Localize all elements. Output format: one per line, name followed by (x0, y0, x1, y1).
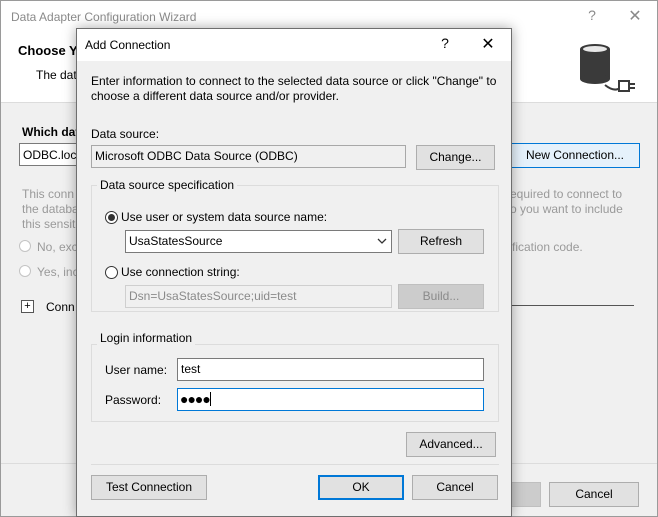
use-dsn-radio[interactable] (105, 211, 118, 224)
wizard-finish-button (511, 482, 541, 507)
password-label: Password: (105, 393, 162, 407)
wizard-radio-yes-label: Yes, inc (37, 265, 79, 279)
password-input[interactable]: ●●●● (177, 388, 484, 411)
change-button[interactable]: Change... (416, 145, 495, 170)
text-caret (210, 392, 211, 406)
data-source-label: Data source: (91, 127, 160, 141)
cancel-button[interactable]: Cancel (412, 475, 498, 500)
dialog-title: Add Connection (85, 38, 171, 52)
build-button: Build... (398, 284, 484, 309)
wizard-help-icon[interactable]: ? (584, 7, 600, 25)
username-input[interactable]: test (177, 358, 484, 381)
advanced-button[interactable]: Advanced... (406, 432, 496, 457)
test-connection-button[interactable]: Test Connection (91, 475, 207, 500)
wizard-sensitive-info-text-right: equired to connect to o you want to incl… (510, 187, 623, 217)
wizard-text-line: This conn (22, 187, 75, 201)
wizard-text-line: this sensiti (22, 217, 79, 231)
wizard-title: Data Adapter Configuration Wizard (11, 10, 197, 24)
database-connection-icon (580, 44, 635, 92)
wizard-divider (510, 305, 634, 306)
dialog-titlebar: Add Connection ? ✕ (77, 29, 511, 61)
wizard-connection-combo[interactable]: ODBC.loca (19, 143, 79, 166)
wizard-connection-string-label: Conn (46, 300, 75, 314)
wizard-subheading: The dat (36, 68, 77, 82)
use-connection-string-label: Use connection string: (121, 265, 240, 279)
connection-string-field: Dsn=UsaStatesSource;uid=test (125, 285, 392, 308)
expand-icon[interactable]: + (21, 300, 34, 313)
login-info-label: Login information (97, 331, 196, 345)
wizard-cancel-button[interactable]: Cancel (549, 482, 639, 507)
use-connection-string-radio[interactable] (105, 266, 118, 279)
wizard-radio-no[interactable] (19, 240, 31, 252)
wizard-close-icon[interactable]: ✕ (627, 6, 643, 25)
wizard-radio-yes[interactable] (19, 265, 31, 277)
add-connection-dialog: Add Connection ? ✕ Enter information to … (76, 28, 512, 517)
dialog-footer-divider (91, 464, 499, 465)
wizard-heading: Choose Y (18, 43, 78, 58)
dialog-help-icon[interactable]: ? (438, 35, 452, 53)
wizard-which-label: Which dat (22, 125, 80, 139)
chevron-down-icon (377, 238, 387, 244)
dsn-select[interactable]: UsaStatesSource (125, 230, 392, 253)
password-mask: ●●●● (180, 391, 211, 407)
wizard-text-line: equired to connect to (510, 187, 623, 201)
use-dsn-label: Use user or system data source name: (121, 210, 328, 224)
username-label: User name: (105, 363, 168, 377)
wizard-text-line: o you want to include (510, 202, 623, 216)
dialog-close-icon[interactable]: ✕ (480, 34, 496, 53)
data-source-field: Microsoft ODBC Data Source (ODBC) (91, 145, 406, 168)
wizard-radio-no-label: No, exc (37, 240, 78, 254)
data-source-spec-label: Data source specification (97, 178, 238, 192)
refresh-button[interactable]: Refresh (398, 229, 484, 254)
ok-button[interactable]: OK (318, 475, 404, 500)
wizard-radio-yes-label-right: fication code. (512, 240, 583, 254)
wizard-sensitive-info-text: This conn the databa this sensiti (22, 187, 79, 232)
wizard-text-line: the databa (22, 202, 79, 216)
new-connection-button[interactable]: New Connection... (510, 143, 640, 168)
dialog-instructions: Enter information to connect to the sele… (91, 74, 497, 103)
dsn-select-value: UsaStatesSource (129, 234, 223, 248)
